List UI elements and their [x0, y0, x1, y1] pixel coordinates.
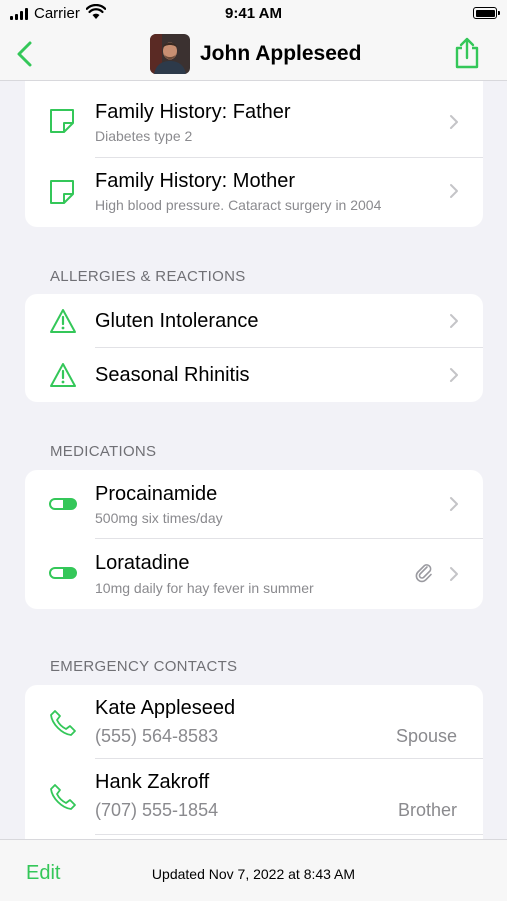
chevron-right-icon	[450, 314, 458, 328]
phone-icon	[50, 710, 76, 736]
family-history-card: Family History: Father Diabetes type 2 F…	[25, 81, 483, 227]
bottom-toolbar: Edit Updated Nov 7, 2022 at 8:43 AM	[0, 839, 507, 901]
row-title: Family History: Mother	[95, 170, 296, 192]
section-header-allergies: ALLERGIES & REACTIONS	[50, 268, 246, 285]
share-icon[interactable]	[453, 37, 481, 69]
avatar	[150, 34, 190, 74]
contact-phone: (707) 555-1854	[95, 800, 219, 820]
warning-triangle-icon	[50, 309, 76, 333]
row-title: Loratadine	[95, 552, 190, 574]
row-title: Family History: Father	[95, 101, 291, 123]
phone-icon	[50, 784, 76, 810]
row-title: Gluten Intolerance	[95, 310, 259, 332]
chevron-right-icon	[450, 368, 458, 382]
emergency-contacts-card: Kate Appleseed (555) 564-8583 Spouse Han…	[25, 685, 483, 839]
list-item[interactable]: Hank Zakroff (707) 555-1854 Brother	[25, 759, 483, 835]
note-icon	[50, 180, 74, 204]
chevron-right-icon	[450, 115, 458, 129]
list-item[interactable]: Procainamide 500mg six times/day	[25, 470, 483, 539]
list-item[interactable]: Family History: Mother High blood pressu…	[25, 158, 483, 227]
contact-relation: Brother	[397, 800, 457, 820]
chevron-right-icon	[450, 497, 458, 511]
health-record-content[interactable]: Family History: Father Diabetes type 2 F…	[0, 81, 507, 839]
medications-card: Procainamide 500mg six times/day Loratad…	[25, 470, 483, 609]
pill-icon	[49, 498, 77, 510]
pill-icon	[49, 567, 77, 579]
row-subtitle: 500mg six times/day	[95, 510, 223, 526]
navigation-bar: John Appleseed	[0, 30, 507, 81]
list-item[interactable]: Kate Appleseed (555) 564-8583 Spouse	[25, 685, 483, 759]
contact-relation: Spouse	[395, 726, 457, 746]
battery-icon	[473, 7, 500, 19]
chevron-right-icon	[450, 567, 458, 581]
back-chevron-icon[interactable]	[14, 40, 38, 68]
row-title: Seasonal Rhinitis	[95, 364, 250, 386]
allergies-card: Gluten Intolerance Seasonal Rhinitis	[25, 294, 483, 402]
contact-phone: (555) 564-8583	[95, 726, 219, 746]
list-item[interactable]: Family History: Father Diabetes type 2	[25, 81, 483, 158]
chevron-right-icon	[450, 184, 458, 198]
row-subtitle: 10mg daily for hay fever in summer	[95, 580, 314, 596]
note-icon	[50, 109, 74, 133]
nav-title-group: John Appleseed	[150, 32, 361, 76]
contact-name: Hank Zakroff	[95, 771, 210, 793]
warning-triangle-icon	[50, 363, 76, 387]
list-item[interactable]: Loratadine 10mg daily for hay fever in s…	[25, 539, 483, 609]
paperclip-icon	[415, 564, 432, 583]
list-item[interactable]: Gluten Intolerance	[25, 294, 483, 348]
row-subtitle: High blood pressure. Cataract surgery in…	[95, 197, 382, 213]
status-bar: Carrier 9:41 AM	[0, 0, 507, 30]
clock: 9:41 AM	[225, 5, 282, 22]
contact-name: Kate Appleseed	[95, 697, 236, 719]
last-updated-label: Updated Nov 7, 2022 at 8:43 AM	[151, 866, 356, 882]
row-title: Procainamide	[95, 483, 218, 505]
section-header-medications: MEDICATIONS	[50, 443, 157, 460]
list-item[interactable]: Seasonal Rhinitis	[25, 348, 483, 402]
nav-title: John Appleseed	[200, 42, 362, 65]
section-header-emergency-contacts: EMERGENCY CONTACTS	[50, 658, 238, 675]
row-subtitle: Diabetes type 2	[95, 128, 193, 144]
